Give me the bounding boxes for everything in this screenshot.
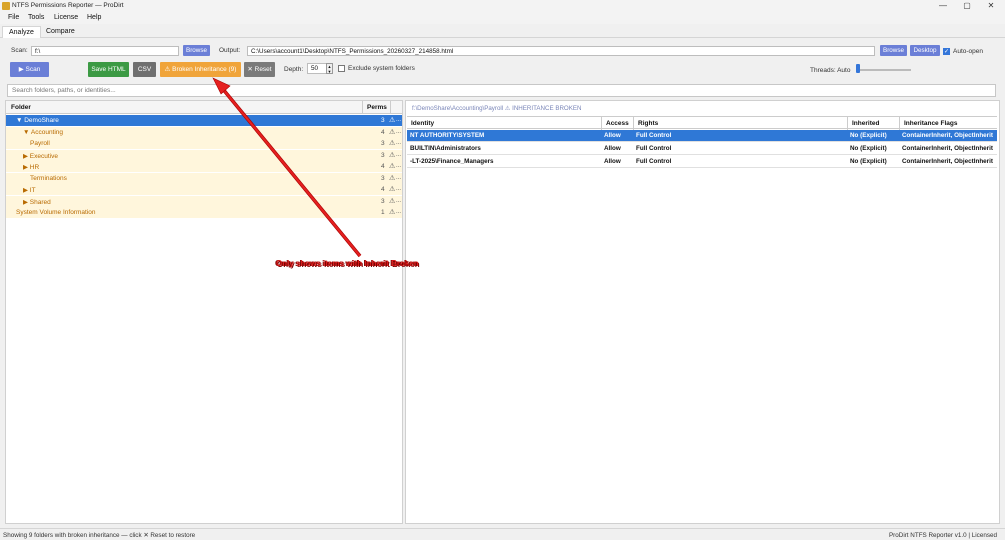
status-bar: Showing 9 folders with broken inheritanc… — [0, 528, 1005, 540]
status-version: ProDirt NTFS Reporter v1.0 | Licensed — [888, 532, 997, 539]
status-message: Showing 9 folders with broken inheritanc… — [3, 532, 196, 539]
annotation-arrow — [212, 77, 362, 258]
annotation-text: Only shows items with Inherit Broken — [276, 259, 419, 268]
